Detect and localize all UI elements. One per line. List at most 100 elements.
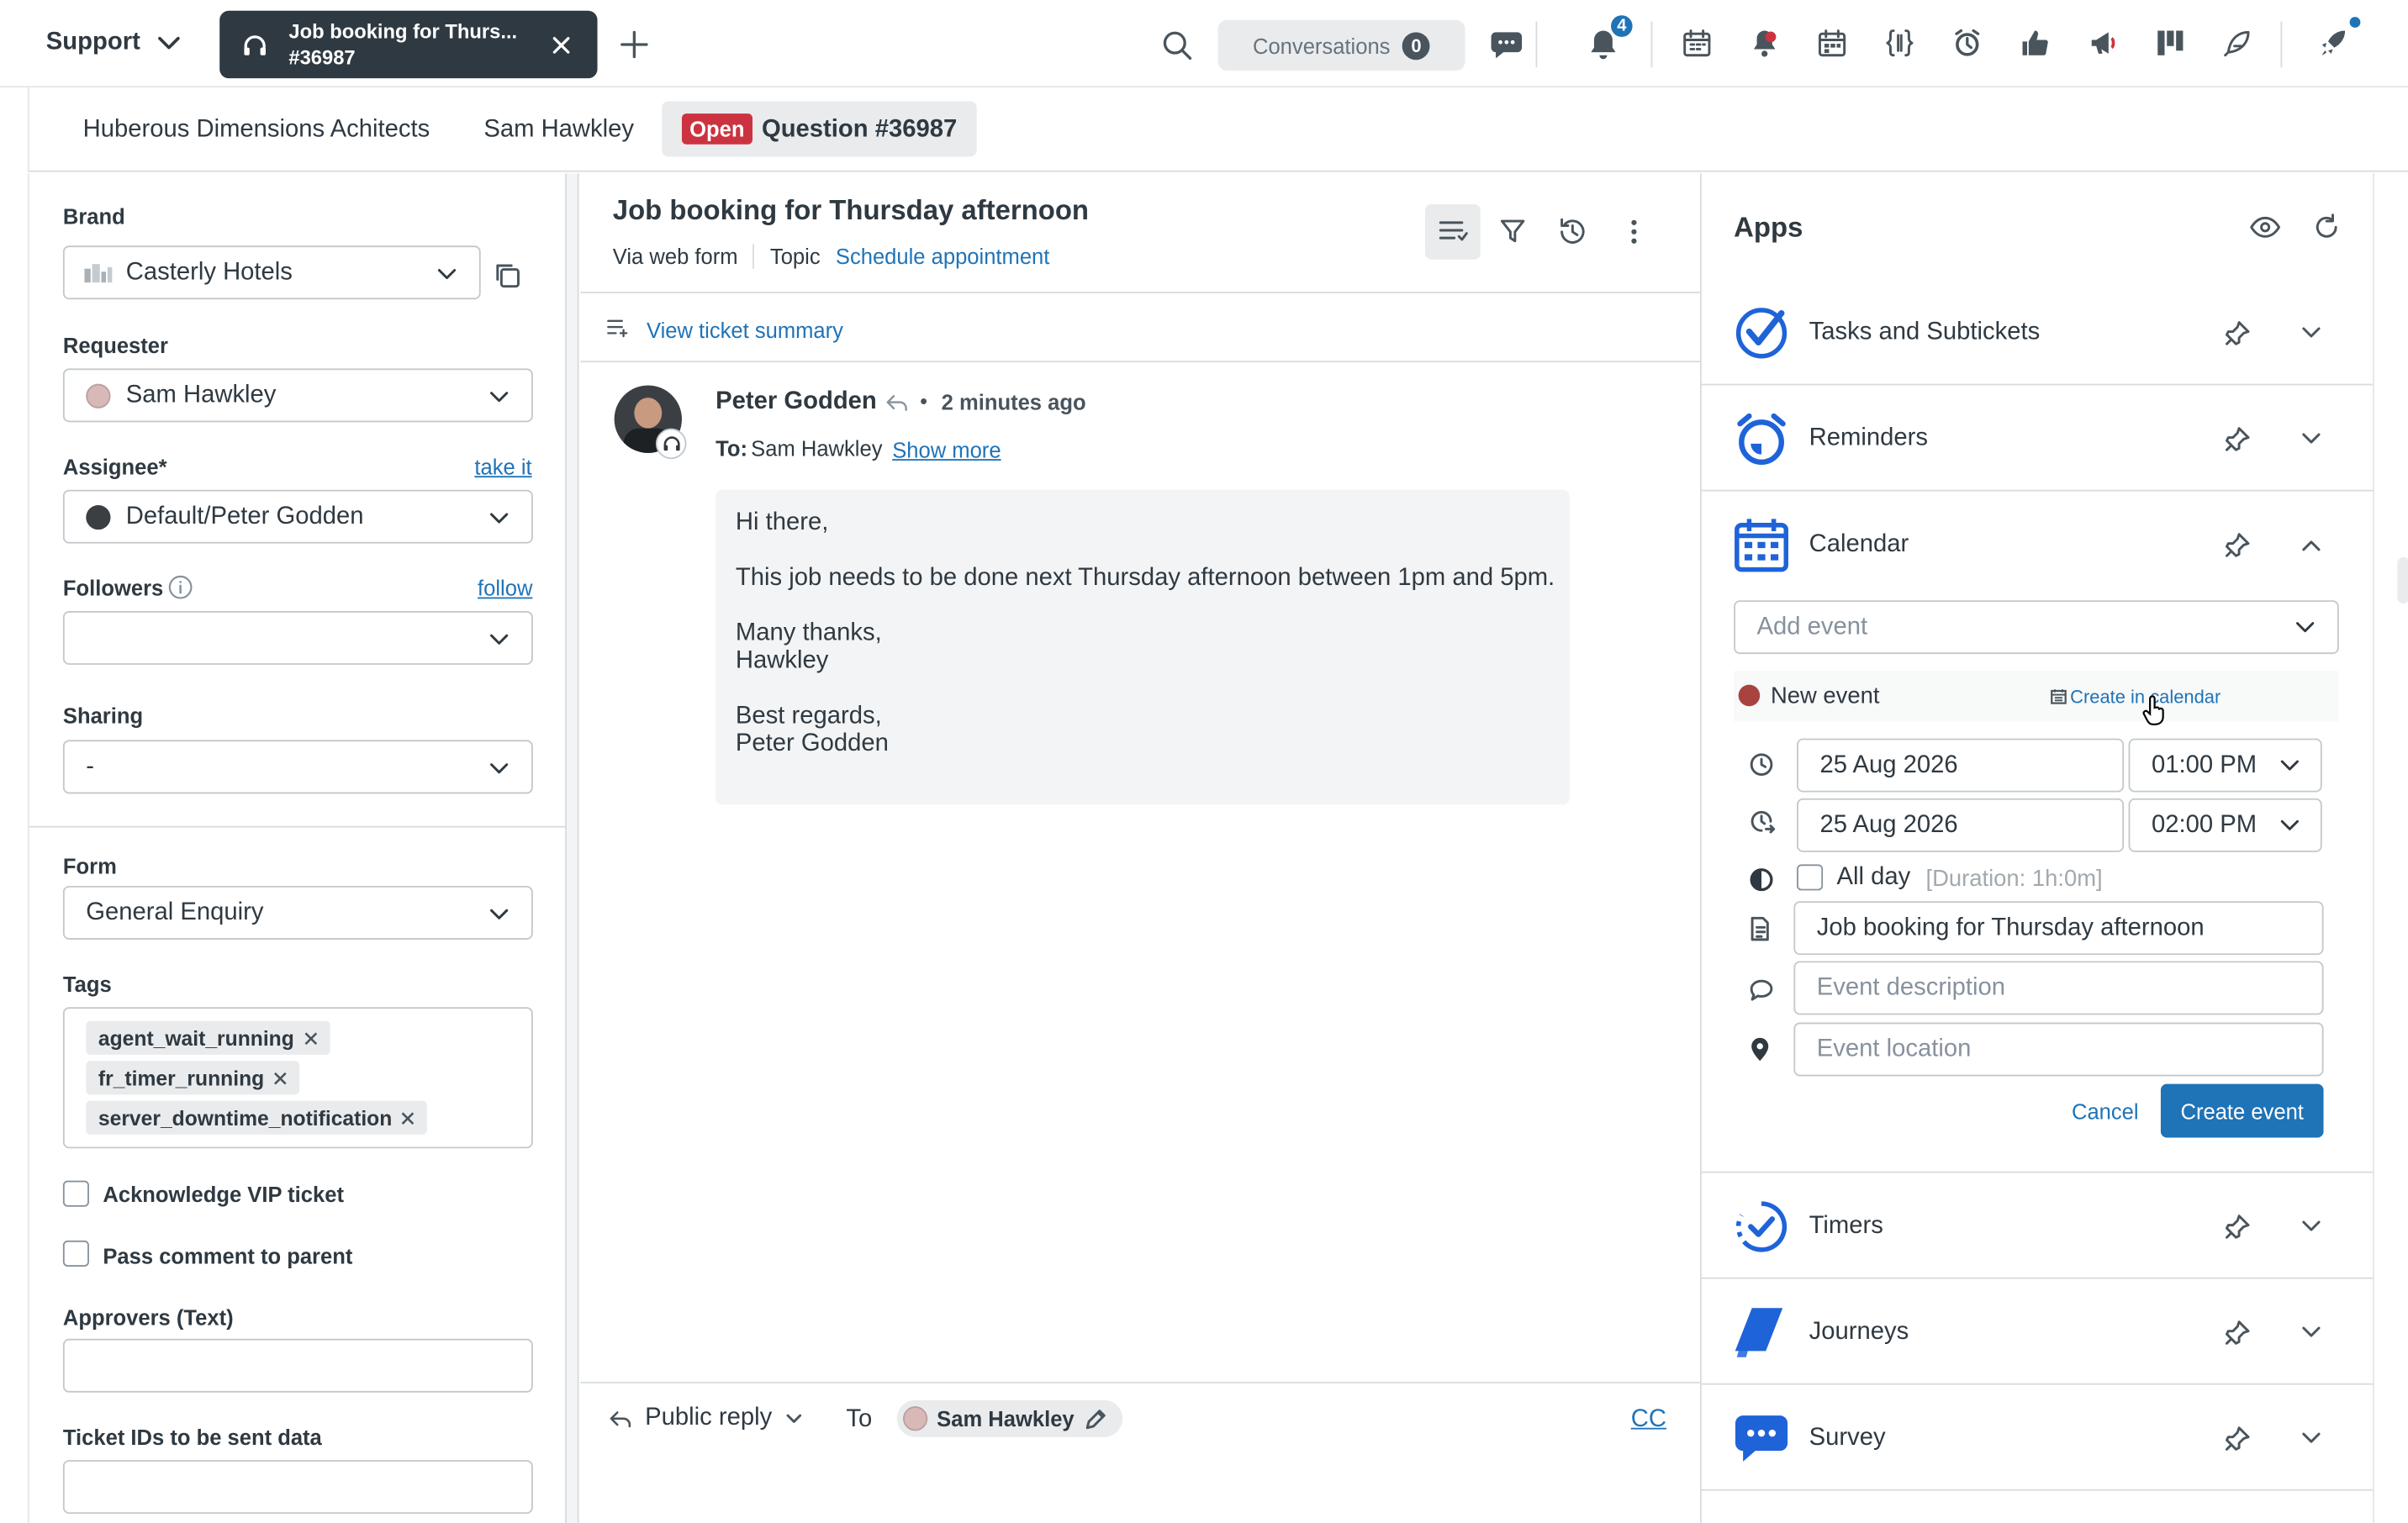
pin-icon[interactable] xyxy=(2224,319,2252,347)
scroll-thumb[interactable] xyxy=(2397,557,2408,603)
app-name[interactable]: Tasks and Subtickets xyxy=(1809,319,2041,347)
pin-icon[interactable] xyxy=(2224,531,2252,559)
workspace-switcher[interactable]: Support xyxy=(46,29,183,57)
add-event-select[interactable]: Add event xyxy=(1734,600,2339,655)
refresh-icon[interactable] xyxy=(2313,213,2341,241)
view-summary-link[interactable]: View ticket summary xyxy=(647,318,843,342)
history-button[interactable] xyxy=(1545,204,1600,260)
chevron-up-icon[interactable] xyxy=(2300,535,2322,554)
assignee-select[interactable]: Default/Peter Godden xyxy=(62,489,533,544)
code-braces-icon[interactable] xyxy=(1884,28,1915,59)
scrollbar[interactable] xyxy=(566,173,579,1523)
start-time-select[interactable]: 01:00 PM xyxy=(2128,738,2322,793)
filter-button[interactable] xyxy=(1485,204,1540,260)
chevron-down-icon[interactable] xyxy=(2300,1430,2322,1448)
chevron-down-icon xyxy=(490,763,509,774)
status-badge: Open xyxy=(681,113,752,145)
breadcrumb-org[interactable]: Huberous Dimensions Achitects xyxy=(83,117,430,145)
thumbs-up-icon[interactable] xyxy=(2020,28,2051,59)
chevron-down-icon[interactable] xyxy=(2300,429,2322,448)
more-options-button[interactable] xyxy=(1607,204,1662,260)
message-line: Many thanks, xyxy=(735,619,882,647)
chevron-down-icon[interactable] xyxy=(2300,1218,2322,1236)
all-day-checkbox[interactable] xyxy=(1797,864,1824,891)
megaphone-icon[interactable] xyxy=(2087,28,2118,59)
breadcrumb-user[interactable]: Sam Hawkley xyxy=(483,117,634,145)
app-name[interactable]: Reminders xyxy=(1809,425,1928,453)
tag-chip[interactable]: agent_wait_running xyxy=(86,1020,330,1055)
message-line: Hawkley xyxy=(735,647,829,674)
vip-checkbox[interactable] xyxy=(62,1180,89,1207)
create-event-button[interactable]: Create event xyxy=(2160,1083,2324,1138)
event-description-placeholder: Event description xyxy=(1816,974,2005,1001)
chevron-down-icon[interactable] xyxy=(2300,324,2322,342)
cancel-button[interactable]: Cancel xyxy=(2072,1099,2139,1124)
start-date-input[interactable]: 25 Aug 2026 xyxy=(1797,738,2125,793)
chevron-down-icon[interactable] xyxy=(2300,1324,2322,1342)
copy-icon[interactable] xyxy=(493,261,520,289)
eye-icon[interactable] xyxy=(2250,216,2281,239)
app-name[interactable]: Calendar xyxy=(1809,531,1909,559)
rocket-icon[interactable] xyxy=(2317,28,2348,59)
speech-bubble-icon xyxy=(1750,979,1773,1001)
app-name[interactable]: Survey xyxy=(1809,1425,1886,1452)
calendar-grid-icon[interactable] xyxy=(1682,28,1713,59)
kanban-icon[interactable] xyxy=(2155,28,2186,59)
calendar-icon[interactable] xyxy=(1817,28,1848,59)
sharing-label: Sharing xyxy=(62,703,144,728)
pin-icon[interactable] xyxy=(2224,1319,2252,1346)
feather-icon[interactable] xyxy=(2222,28,2253,59)
ticket-tab-active[interactable]: Job booking for Thurs... #36987 xyxy=(219,10,598,79)
reply-mode-select[interactable]: Public reply xyxy=(608,1404,802,1432)
followers-label: Followers xyxy=(62,575,164,601)
alert-bell-icon[interactable] xyxy=(1749,28,1780,59)
message-author[interactable]: Peter Godden xyxy=(716,388,877,416)
close-icon[interactable] xyxy=(304,1031,317,1045)
event-title-input[interactable]: Job booking for Thursday afternoon xyxy=(1793,901,2324,956)
followers-select[interactable] xyxy=(62,610,533,665)
pin-icon[interactable] xyxy=(2224,1213,2252,1241)
topic-value[interactable]: Schedule appointment xyxy=(836,244,1049,268)
add-tab-icon[interactable] xyxy=(619,29,650,61)
pass-comment-checkbox[interactable] xyxy=(62,1240,89,1267)
brand-select[interactable]: Casterly Hotels xyxy=(62,245,481,300)
conversations-button[interactable]: Conversations 0 xyxy=(1217,19,1465,71)
event-location-placeholder: Event location xyxy=(1816,1036,1972,1063)
tags-field[interactable]: agent_wait_running fr_timer_running serv… xyxy=(62,1007,533,1149)
event-color-dot[interactable] xyxy=(1738,684,1761,707)
event-location-input[interactable]: Event location xyxy=(1793,1022,2324,1077)
app-name[interactable]: Journeys xyxy=(1809,1319,1909,1346)
take-it-link[interactable]: take it xyxy=(474,455,531,479)
pin-icon[interactable] xyxy=(2224,1425,2252,1452)
end-date-input[interactable]: 25 Aug 2026 xyxy=(1797,798,2125,852)
event-description-input[interactable]: Event description xyxy=(1793,961,2324,1015)
chat-icon[interactable] xyxy=(1490,29,1523,61)
pin-icon[interactable] xyxy=(2224,425,2252,453)
alarm-clock-icon[interactable] xyxy=(1952,28,1983,59)
end-time-select[interactable]: 02:00 PM xyxy=(2128,798,2322,852)
show-more-link[interactable]: Show more xyxy=(892,438,1001,462)
close-icon[interactable] xyxy=(273,1071,287,1084)
recipient-chip[interactable]: Sam Hawkley xyxy=(896,1399,1122,1437)
duration-label: [Duration: 1h:0m] xyxy=(1925,866,2103,893)
close-icon[interactable] xyxy=(401,1111,415,1125)
scrollbar[interactable] xyxy=(2372,173,2408,1523)
close-icon[interactable] xyxy=(552,35,572,55)
approvers-input[interactable] xyxy=(62,1338,533,1393)
app-name[interactable]: Timers xyxy=(1809,1213,1883,1241)
info-icon[interactable] xyxy=(167,574,193,600)
avatar xyxy=(86,504,111,530)
pencil-icon[interactable] xyxy=(1084,1407,1106,1430)
breadcrumb-ticket[interactable]: Open Question #36987 xyxy=(662,101,977,157)
sharing-select[interactable]: - xyxy=(62,740,533,794)
follow-link[interactable]: follow xyxy=(478,576,532,600)
requester-select[interactable]: Sam Hawkley xyxy=(62,368,533,423)
form-select[interactable]: General Enquiry xyxy=(62,885,533,940)
cc-link[interactable]: CC xyxy=(1631,1406,1666,1434)
search-icon[interactable] xyxy=(1161,29,1193,61)
conversation-view-button[interactable] xyxy=(1425,203,1481,260)
tag-chip[interactable]: fr_timer_running xyxy=(86,1061,300,1095)
tag-chip[interactable]: server_downtime_notification xyxy=(86,1100,428,1135)
all-day-label: All day xyxy=(1836,864,1911,891)
ticket-ids-input[interactable] xyxy=(62,1460,533,1515)
